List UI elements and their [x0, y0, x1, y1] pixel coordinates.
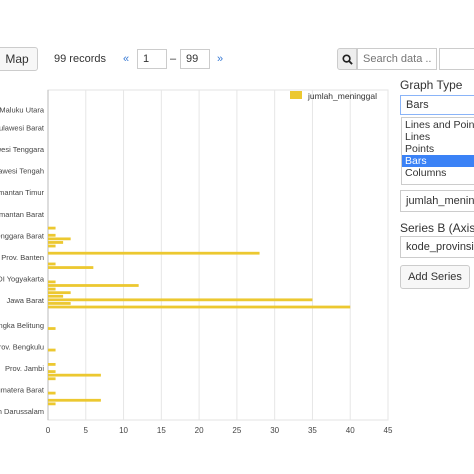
bar — [48, 363, 56, 366]
bar — [48, 262, 56, 266]
x-tick-label: 45 — [384, 426, 393, 435]
bar — [48, 280, 56, 284]
graph-type-option-bars[interactable]: Bars — [402, 155, 474, 167]
graph-type-option-lines-points[interactable]: Lines and Points — [402, 119, 474, 131]
range-to-value: 99 — [186, 53, 199, 65]
y-tick-label: Kalimantan Barat — [0, 210, 45, 219]
map-button[interactable]: Map — [0, 47, 38, 71]
x-axis-labels: 0 5 10 15 20 25 30 35 40 45 — [46, 426, 393, 435]
x-tick-label: 15 — [157, 426, 166, 435]
search-icon — [341, 53, 353, 65]
y-tick-label: Sulawesi Barat — [0, 124, 45, 133]
bar — [48, 233, 56, 237]
legend-swatch — [290, 91, 302, 99]
graph-type-option-columns[interactable]: Columns — [402, 167, 474, 179]
y-tick-label: Jawa Barat — [6, 296, 44, 305]
chart-legend: jumlah_meninggal — [290, 91, 377, 101]
series-b-value: kode_provinsi — [406, 241, 474, 253]
search-extra[interactable] — [439, 48, 474, 70]
graph-type-label: Graph Type — [400, 78, 463, 92]
bar — [48, 391, 56, 395]
bar — [48, 298, 313, 302]
bar — [48, 226, 56, 230]
series-a-value: jumlah_meninggal — [406, 195, 474, 207]
bar — [48, 287, 56, 291]
bar-chart: Maluku Utara Sulawesi Barat Sulawesi Tengg… — [0, 89, 393, 435]
bar — [48, 373, 101, 377]
y-tick-label: Aceh Darussalam — [0, 407, 44, 416]
x-tick-label: 40 — [346, 426, 355, 435]
graph-type-option-lines[interactable]: Lines — [402, 131, 474, 143]
bar — [48, 402, 56, 406]
graph-type-select[interactable]: Bars — [400, 95, 474, 115]
x-tick-label: 30 — [270, 426, 279, 435]
y-tick-label: Prov. Jambi — [5, 364, 44, 373]
bar — [48, 302, 71, 305]
bar — [48, 327, 56, 330]
y-tick-label: Kalimantan Timur — [0, 188, 44, 197]
bar — [48, 370, 56, 373]
bar — [48, 244, 56, 248]
bar — [48, 377, 56, 381]
y-tick-label: Nusa Tenggara Barat — [0, 231, 45, 240]
range-from-value: 1 — [143, 53, 150, 65]
bar — [48, 284, 139, 287]
range-separator: – — [170, 53, 177, 65]
range-from-input[interactable]: 1 — [137, 49, 167, 69]
record-count: 99 records — [54, 53, 106, 65]
bar — [48, 291, 71, 295]
graph-type-options-list[interactable]: Lines and Points Lines Points Bars Colum… — [401, 117, 474, 185]
x-tick-label: 20 — [195, 426, 204, 435]
x-tick-label: 25 — [232, 426, 241, 435]
map-button-label: Map — [5, 52, 29, 66]
y-tick-label: Sumatera Barat — [0, 386, 45, 395]
prev-page-link[interactable]: « — [117, 49, 135, 69]
y-axis-labels: Maluku Utara Sulawesi Barat Sulawesi Tengg… — [0, 106, 45, 416]
series-b-label: Series B (Axis ... — [400, 221, 474, 235]
y-tick-label: Sulawesi Tengah — [0, 167, 44, 176]
range-to-input[interactable]: 99 — [180, 49, 210, 69]
y-tick-label: Prov. Banten — [1, 253, 44, 262]
bar — [48, 305, 351, 309]
graph-type-selected: Bars — [406, 99, 429, 111]
search-input[interactable] — [357, 48, 437, 70]
bar — [48, 241, 64, 244]
graph-type-option-points[interactable]: Points — [402, 143, 474, 155]
bar — [48, 251, 260, 255]
y-tick-label: Bangka Belitung — [0, 321, 44, 330]
add-series-label: Add Series — [408, 271, 462, 283]
legend-label: jumlah_meninggal — [307, 91, 377, 101]
series-a-select[interactable]: jumlah_meninggal — [400, 190, 474, 212]
y-tick-label: Sulawesi Tenggara — [0, 145, 45, 154]
x-tick-label: 35 — [308, 426, 317, 435]
bar — [48, 348, 56, 352]
y-tick-label: DI Yogyakarta — [0, 274, 45, 283]
search-button[interactable] — [337, 48, 357, 70]
bar — [48, 398, 101, 402]
next-page-link[interactable]: » — [211, 49, 229, 69]
bar — [48, 266, 94, 269]
x-tick-label: 10 — [119, 426, 128, 435]
plot-frame — [47, 89, 389, 421]
x-tick-label: 0 — [46, 426, 51, 435]
y-tick-label: Prov. Bengkulu — [0, 342, 44, 351]
add-series-button[interactable]: Add Series — [400, 265, 470, 289]
chart-grid — [47, 89, 389, 421]
y-tick-label: Maluku Utara — [0, 106, 45, 115]
x-tick-label: 5 — [84, 426, 89, 435]
bar — [48, 237, 71, 241]
series-b-select[interactable]: kode_provinsi — [400, 236, 474, 258]
bar — [48, 294, 64, 298]
